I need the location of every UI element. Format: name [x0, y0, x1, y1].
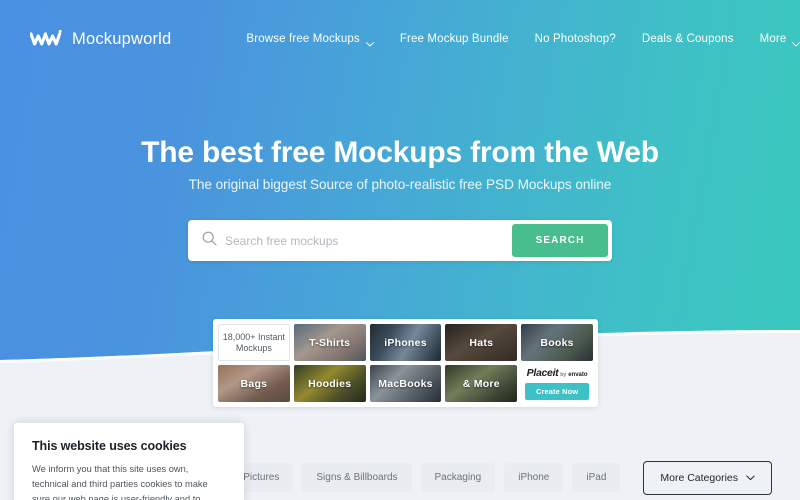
placeit-ad-panel: 18,000+ Instant Mockups T-Shirts iPhones… [213, 319, 598, 407]
tile-books[interactable]: Books [521, 324, 593, 361]
search-bar: SEARCH [188, 220, 612, 261]
placeit-by-text: by [560, 372, 567, 378]
brand-name: Mockupworld [72, 29, 172, 48]
tile-iphones[interactable]: iPhones [369, 324, 442, 361]
mw-zigzag-logo-icon [30, 28, 62, 50]
tile-label: MacBooks [378, 377, 433, 390]
tile-label: Hats [469, 336, 494, 349]
tile-and-more[interactable]: & More [445, 365, 518, 402]
search-button[interactable]: SEARCH [512, 224, 608, 257]
nav-item-label: Free Mockup Bundle [399, 33, 509, 45]
search-input[interactable] [225, 224, 512, 257]
category-pill-packaging[interactable]: Packaging [420, 463, 496, 492]
category-pill-ipad[interactable]: iPad [572, 463, 621, 492]
create-now-button[interactable]: Create Now [524, 383, 590, 400]
page-root: Mockupworld Browse free Mockups Free Moc… [0, 0, 800, 500]
chevron-down-icon [365, 38, 374, 46]
nav-item-deals-and-coupons[interactable]: Deals & Coupons [629, 27, 747, 51]
cookie-banner-body: We inform you that this site uses own, t… [32, 464, 208, 500]
nav-item-no-photoshop[interactable]: No Photoshop? [522, 27, 629, 51]
tile-label: Books [540, 336, 574, 349]
tile-label: Bags [240, 377, 268, 390]
tile-label: & More [462, 377, 500, 390]
tile-label: T-Shirts [309, 336, 351, 349]
tile-label: iPhones [384, 336, 427, 349]
cookie-banner-title: This website uses cookies [32, 439, 187, 453]
category-pill-iphone[interactable]: iPhone [504, 463, 564, 492]
nav-item-label: More [759, 33, 787, 45]
hero-subtitle: The original biggest Source of photo-rea… [188, 177, 612, 192]
placeit-brand-text: Placeit [526, 367, 559, 379]
nav-item-label: Browse free Mockups [246, 33, 360, 45]
more-categories-label: More Categories [660, 471, 738, 484]
nav-item-free-mockup-bundle[interactable]: Free Mockup Bundle [387, 27, 522, 51]
top-navbar: Mockupworld Browse free Mockups Free Moc… [0, 0, 800, 78]
placeit-promo-tile[interactable]: Placeit by envato Create Now [521, 365, 593, 402]
tile-hoodies[interactable]: Hoodies [293, 365, 366, 402]
tile-t-shirts[interactable]: T-Shirts [293, 324, 366, 361]
primary-nav: Browse free Mockups Free Mockup Bundle N… [233, 27, 800, 51]
nav-item-label: No Photoshop? [534, 33, 616, 45]
nav-item-browse-free-mockups[interactable]: Browse free Mockups [233, 27, 386, 51]
nav-item-more[interactable]: More [747, 27, 800, 51]
nav-item-label: Deals & Coupons [641, 33, 734, 45]
brand-logo[interactable]: Mockupworld [30, 28, 171, 50]
tile-hats[interactable]: Hats [445, 324, 518, 361]
ad-intro-line-1: 18,000+ Instant [222, 332, 286, 342]
tile-bags[interactable]: Bags [218, 365, 290, 402]
chevron-down-icon [792, 38, 800, 46]
placeit-logo: Placeit by envato [527, 367, 588, 379]
more-categories-button[interactable]: More Categories [643, 460, 772, 495]
ad-intro-tile: 18,000+ Instant Mockups [218, 324, 290, 361]
ad-intro-line-2: Mockups [235, 343, 272, 353]
hero-title: The best free Mockups from the Web [141, 136, 659, 169]
chevron-down-icon [746, 472, 755, 484]
tile-label: Hoodies [308, 377, 352, 390]
category-pill-signs-and-billboards[interactable]: Signs & Billboards [302, 463, 412, 492]
search-icon [202, 231, 217, 251]
tile-macbooks[interactable]: MacBooks [369, 365, 442, 402]
envato-text: envato [568, 372, 588, 378]
cookie-consent-banner: This website uses cookies We inform you … [14, 423, 244, 500]
